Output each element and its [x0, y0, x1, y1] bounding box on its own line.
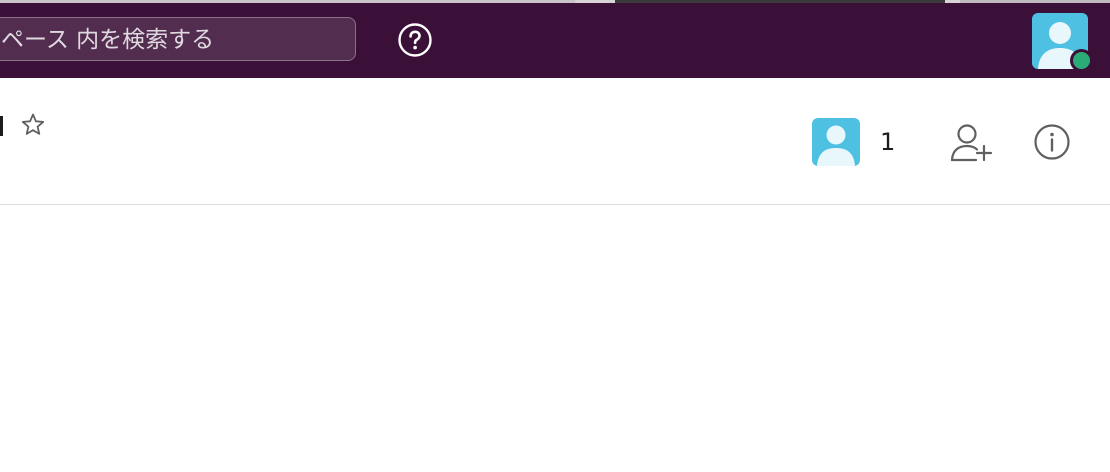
add-person-icon [950, 124, 993, 162]
star-icon [21, 113, 45, 135]
info-circle-icon [1034, 124, 1070, 160]
question-circle-icon [398, 23, 432, 57]
channel-header: 1 [0, 78, 1110, 205]
star-channel-button[interactable] [20, 112, 46, 138]
channel-details-button[interactable] [1033, 123, 1071, 161]
member-count: 1 [880, 128, 896, 156]
search-bar[interactable]: ペース 内を検索する [0, 17, 356, 61]
help-button[interactable] [398, 23, 432, 57]
channel-name-fragment [0, 116, 3, 136]
search-placeholder: ペース 内を検索する [1, 27, 215, 53]
add-member-button[interactable] [948, 122, 994, 164]
person-icon [817, 125, 855, 166]
message-area [0, 205, 1110, 472]
presence-indicator [1070, 49, 1093, 72]
member-avatar [812, 118, 860, 166]
workspace-top-bar: ペース 内を検索する [0, 3, 1110, 78]
